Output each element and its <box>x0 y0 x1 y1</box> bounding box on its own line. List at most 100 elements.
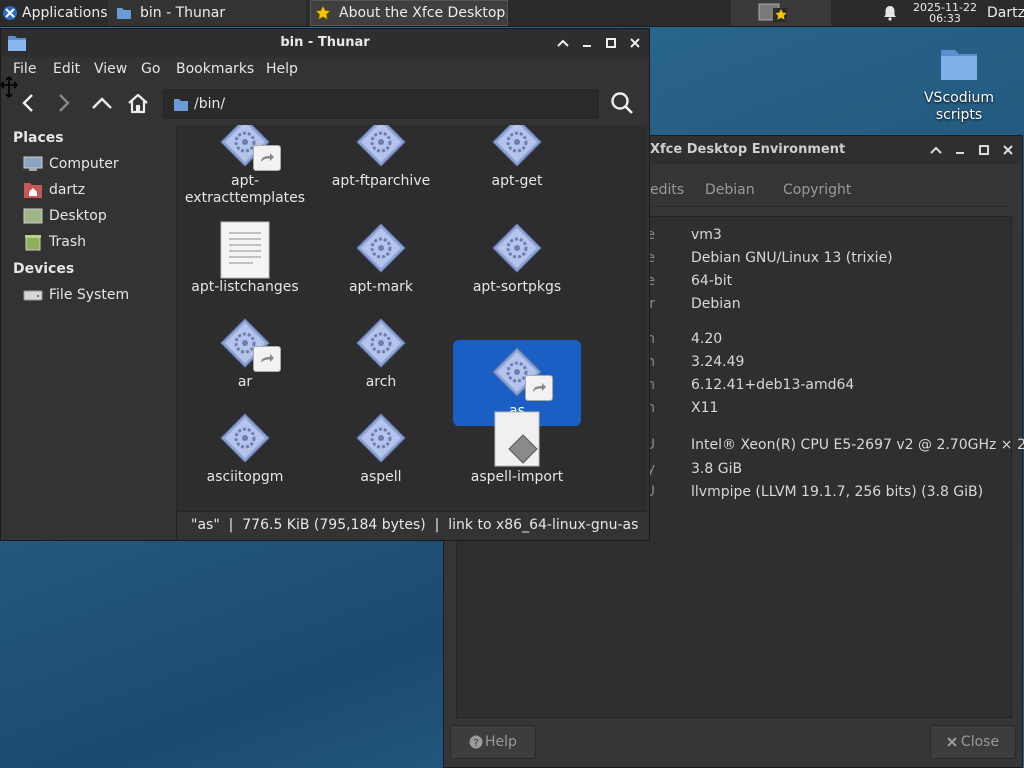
sidebar-item-label: Trash <box>49 234 86 250</box>
executable-icon <box>356 413 406 463</box>
sidebar-item-computer[interactable]: Computer <box>23 153 119 175</box>
menu-bookmarks[interactable]: Bookmarks <box>176 61 254 77</box>
folder-icon <box>941 50 977 80</box>
sidebar-item-file-system[interactable]: File System <box>23 284 129 306</box>
info-value: Debian GNU/Linux 13 (trixie) <box>691 250 893 266</box>
file-name: aspell <box>360 469 402 485</box>
file-name: apt-mark <box>348 279 414 295</box>
taskbar-item-about[interactable]: About the Xfce Desktop... <box>310 0 508 26</box>
symlink-badge-icon <box>253 145 281 171</box>
sidebar-item-dartz[interactable]: dartz <box>23 179 85 201</box>
chevron-right-icon <box>59 94 70 112</box>
executable-icon <box>492 125 542 167</box>
minimize-icon <box>956 152 964 154</box>
desktop-icon-label: VScodium scripts <box>923 90 994 123</box>
file-item[interactable]: apt-get <box>453 125 581 190</box>
close-dialog-button[interactable]: Close <box>930 725 1016 759</box>
file-item[interactable]: arch <box>317 316 445 391</box>
file-name: asciitopgm <box>206 469 284 485</box>
menu-view[interactable]: View <box>94 61 127 77</box>
trash-icon <box>25 235 41 251</box>
file-name: apt-listchanges <box>191 279 299 295</box>
shade-button[interactable] <box>926 141 946 159</box>
taskbar-item-thunar[interactable]: bin - Thunar <box>108 0 306 26</box>
info-value: 3.8 GiB <box>691 461 743 477</box>
clock-time: 06:33 <box>929 12 961 25</box>
taskbar-item-label: About the Xfce Desktop... <box>339 5 508 21</box>
tab-copyright[interactable]: Copyright <box>783 182 851 198</box>
user-menu[interactable]: Dartz <box>987 0 1024 26</box>
thunar-window-title: bin - Thunar <box>280 35 370 50</box>
close-icon <box>947 737 957 747</box>
file-icon-view[interactable]: apt- extracttemplates apt-ftparchive apt… <box>177 125 647 509</box>
symlink-badge-icon <box>253 346 281 372</box>
forward-button[interactable] <box>49 87 79 119</box>
executable-icon <box>356 318 406 368</box>
thunar-titlebar[interactable]: bin - Thunar <box>1 29 649 57</box>
home-folder-icon <box>24 183 42 198</box>
info-value: X11 <box>691 400 719 416</box>
info-value: llvmpipe (LLVM 19.1.7, 256 bits) (3.8 Gi… <box>691 484 984 500</box>
status-text: "as" | 776.5 KiB (795,184 bytes) | link … <box>191 517 639 533</box>
file-item[interactable]: apt-mark <box>317 221 445 296</box>
location-bar[interactable]: /bin/ <box>163 89 599 119</box>
file-item[interactable]: ar <box>181 316 309 391</box>
desktop-icon-vscodium-scripts[interactable]: VScodium scripts <box>918 42 1000 124</box>
svg-text:?: ? <box>473 738 478 749</box>
executable-icon <box>356 125 406 167</box>
close-button[interactable] <box>625 34 645 52</box>
taskbar-item-label: bin - Thunar <box>140 5 226 21</box>
file-item[interactable]: apt-listchanges <box>181 221 309 296</box>
menu-edit[interactable]: Edit <box>53 61 80 77</box>
sidebar-item-trash[interactable]: Trash <box>23 231 86 253</box>
folder-icon <box>174 99 188 111</box>
close-button[interactable] <box>998 141 1018 159</box>
executable-icon <box>220 413 270 463</box>
notifications-button[interactable] <box>880 0 900 26</box>
star-icon <box>315 5 331 20</box>
file-item[interactable]: apt- extracttemplates <box>181 125 309 207</box>
executable-icon <box>356 223 406 273</box>
file-item[interactable]: asciitopgm <box>181 411 309 486</box>
symlink-badge-icon <box>525 375 553 401</box>
minimize-button[interactable] <box>577 34 597 52</box>
info-value: Debian <box>691 296 741 312</box>
menu-go[interactable]: Go <box>141 61 160 77</box>
workspace-preview-icon <box>758 3 787 22</box>
maximize-button[interactable] <box>974 141 994 159</box>
tab-debian[interactable]: Debian <box>705 182 755 198</box>
help-icon: ? <box>469 735 483 749</box>
file-name: ar <box>237 374 253 390</box>
menu-file[interactable]: File <box>13 61 36 77</box>
applications-menu[interactable]: Applications <box>0 0 110 26</box>
search-icon <box>611 92 633 114</box>
sidebar-item-label: dartz <box>49 182 86 198</box>
chevron-up-icon <box>930 146 942 154</box>
file-item[interactable]: apt-ftparchive <box>317 125 445 190</box>
file-name: apt-sortpkgs <box>472 279 562 295</box>
maximize-button[interactable] <box>601 34 621 52</box>
bell-icon <box>884 6 896 21</box>
chevron-up-icon <box>92 97 112 109</box>
clock[interactable]: 2025-11-22 06:33 <box>907 0 983 26</box>
shade-button[interactable] <box>553 34 573 52</box>
tab-credits[interactable]: edits <box>650 182 684 198</box>
about-window-title: Xfce Desktop Environment <box>650 142 846 157</box>
sidebar-item-label: Computer <box>49 156 119 172</box>
menu-help[interactable]: Help <box>266 61 298 77</box>
help-button[interactable]: ? Help <box>450 725 536 759</box>
computer-icon <box>23 156 43 171</box>
info-value: 6.12.41+deb13-amd64 <box>691 377 855 393</box>
file-item[interactable]: aspell <box>317 411 445 486</box>
minimize-button[interactable] <box>950 141 970 159</box>
parent-folder-button[interactable] <box>87 87 117 119</box>
sidebar: Places Computer dartz Desktop Trash Devi… <box>1 125 177 540</box>
search-button[interactable] <box>607 87 637 119</box>
sidebar-item-desktop[interactable]: Desktop <box>23 205 107 227</box>
home-button[interactable] <box>123 87 153 119</box>
file-item[interactable]: apt-sortpkgs <box>453 221 581 296</box>
devices-heading: Devices <box>13 261 75 277</box>
file-item[interactable]: aspell-import <box>453 411 581 486</box>
minimize-icon <box>583 45 591 47</box>
workspace-switcher[interactable] <box>731 0 831 26</box>
